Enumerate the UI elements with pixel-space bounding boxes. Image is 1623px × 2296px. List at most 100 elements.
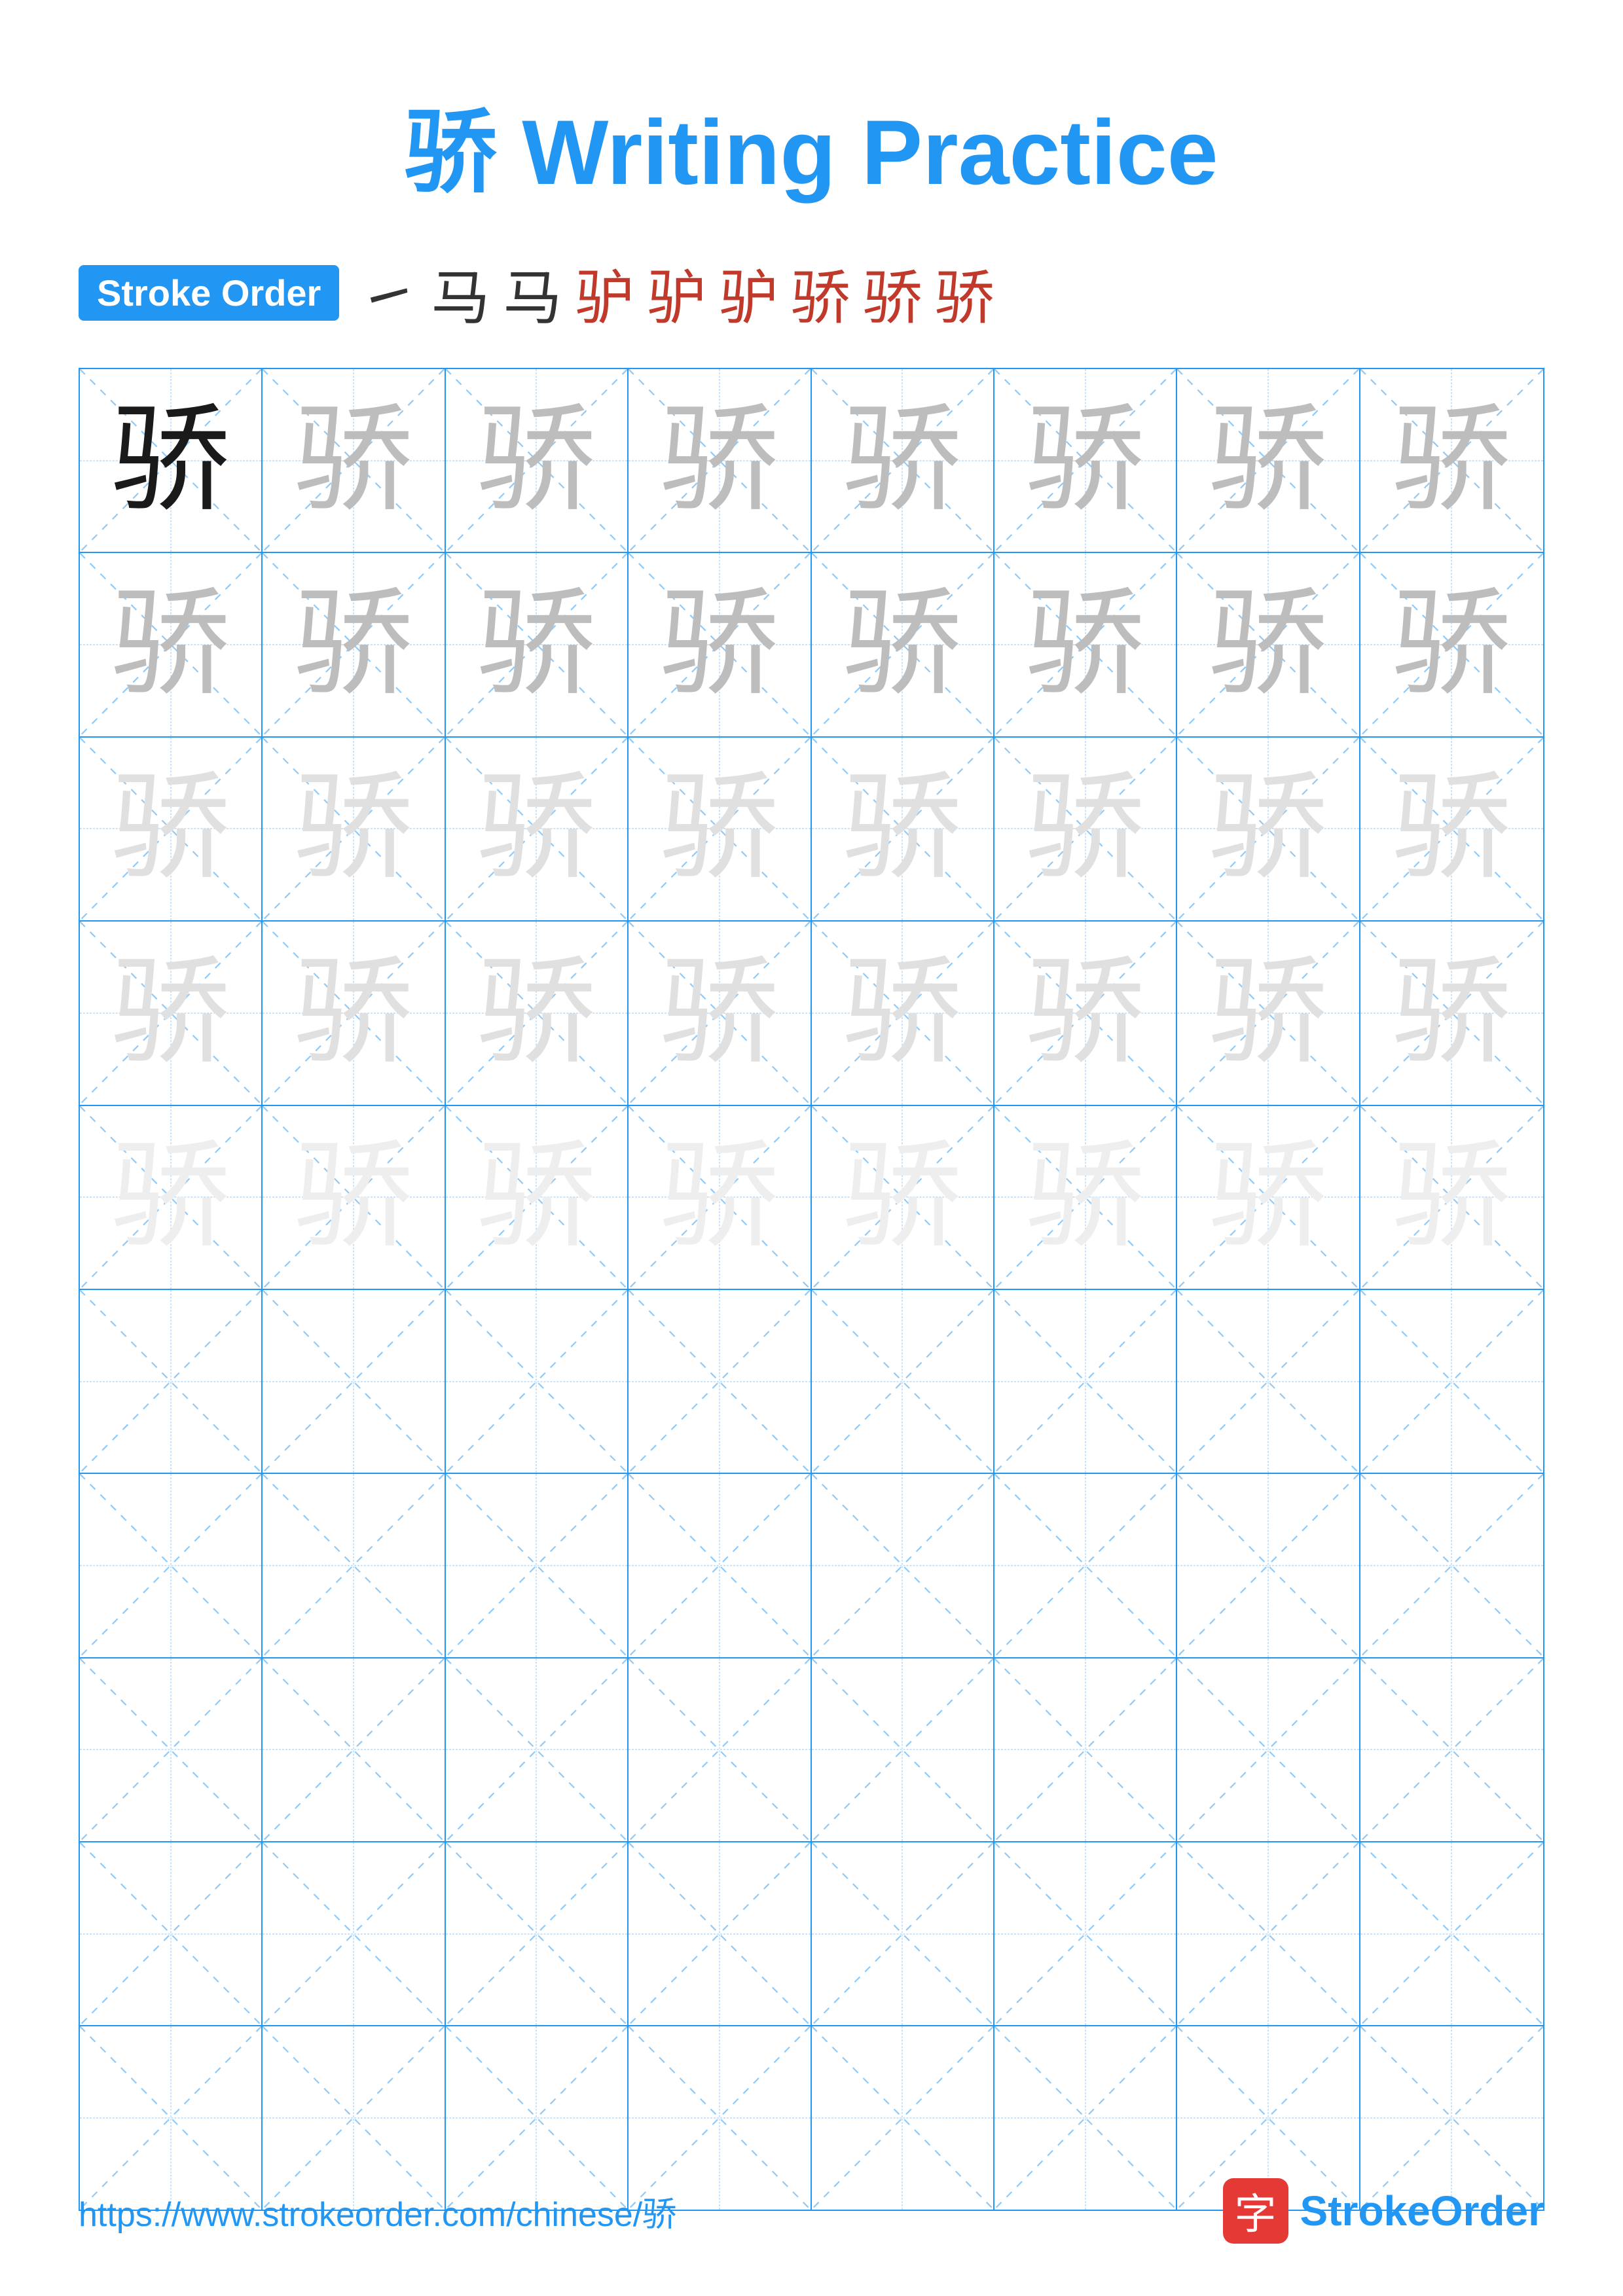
footer-logo: 字 StrokeOrder [1223, 2178, 1544, 2244]
grid-cell[interactable] [812, 1474, 994, 1657]
grid-cell[interactable]: 骄 [812, 369, 994, 552]
grid-cell[interactable]: 骄 [994, 1106, 1177, 1289]
grid-cell[interactable]: 骄 [994, 922, 1177, 1104]
stroke-seq-4: 驴 [575, 250, 634, 335]
stroke-seq-2: 马 [431, 250, 490, 335]
grid-cell[interactable] [263, 1474, 445, 1657]
practice-char: 骄 [295, 402, 412, 520]
grid-cell[interactable] [1177, 1290, 1360, 1473]
grid-cell[interactable] [263, 1290, 445, 1473]
practice-char: 骄 [477, 954, 595, 1072]
stroke-sequence: ㇀ 马 马 驴 驴 驴 骄 骄 骄 [359, 250, 994, 335]
grid-cell[interactable]: 骄 [263, 738, 445, 920]
grid-cell[interactable]: 骄 [446, 738, 629, 920]
practice-char: 骄 [112, 586, 230, 704]
grid-cell[interactable]: 骄 [812, 553, 994, 736]
grid-cell[interactable] [446, 1290, 629, 1473]
grid-cell[interactable]: 骄 [1177, 553, 1360, 736]
grid-cell[interactable] [1177, 1659, 1360, 1841]
grid-cell[interactable]: 骄 [629, 553, 811, 736]
grid-cell[interactable] [629, 1659, 811, 1841]
grid-cell[interactable]: 骄 [446, 1106, 629, 1289]
grid-cell[interactable]: 骄 [812, 1106, 994, 1289]
grid-cell[interactable] [1360, 1474, 1543, 1657]
practice-char: 骄 [1209, 1138, 1327, 1256]
grid-cell[interactable] [263, 1659, 445, 1841]
practice-char: 骄 [1393, 402, 1510, 520]
footer-url[interactable]: https://www.strokeorder.com/chinese/骄 [79, 2187, 676, 2236]
grid-cell[interactable] [263, 1842, 445, 2025]
practice-grid: 骄 骄 骄 骄 骄 骄 骄 [79, 368, 1544, 2211]
grid-cell[interactable]: 骄 [1177, 738, 1360, 920]
grid-cell[interactable]: 骄 [263, 922, 445, 1104]
grid-row-5: 骄 骄 骄 骄 骄 骄 骄 [80, 1106, 1543, 1290]
grid-cell[interactable]: 骄 [1360, 1106, 1543, 1289]
grid-cell[interactable] [994, 1474, 1177, 1657]
grid-cell[interactable]: 骄 [1177, 1106, 1360, 1289]
grid-cell[interactable]: 骄 [80, 922, 263, 1104]
grid-cell[interactable]: 骄 [80, 738, 263, 920]
practice-char: 骄 [477, 586, 595, 704]
grid-row-2: 骄 骄 骄 骄 骄 骄 骄 [80, 553, 1543, 737]
grid-cell[interactable]: 骄 [80, 1106, 263, 1289]
grid-cell[interactable]: 骄 [1360, 922, 1543, 1104]
grid-cell[interactable] [80, 1659, 263, 1841]
grid-cell[interactable]: 骄 [1360, 369, 1543, 552]
practice-char: 骄 [112, 1138, 230, 1256]
grid-cell[interactable]: 骄 [1177, 369, 1360, 552]
grid-cell[interactable]: 骄 [446, 369, 629, 552]
grid-cell[interactable]: 骄 [263, 1106, 445, 1289]
grid-cell[interactable]: 骄 [629, 738, 811, 920]
grid-cell[interactable] [80, 1474, 263, 1657]
grid-cell[interactable] [446, 1842, 629, 2025]
stroke-seq-1: ㇀ [359, 250, 418, 335]
grid-cell[interactable]: 骄 [1360, 553, 1543, 736]
grid-cell[interactable]: 骄 [1177, 922, 1360, 1104]
practice-char: 骄 [1209, 586, 1327, 704]
grid-cell[interactable] [1360, 1842, 1543, 2025]
grid-cell[interactable] [812, 1659, 994, 1841]
grid-cell[interactable] [1177, 1474, 1360, 1657]
grid-cell[interactable]: 骄 [994, 553, 1177, 736]
practice-char: 骄 [843, 402, 961, 520]
footer-logo-stroke: Stroke [1300, 2187, 1431, 2234]
grid-cell[interactable]: 骄 [812, 922, 994, 1104]
footer-logo-order: Order [1431, 2187, 1544, 2234]
grid-cell[interactable] [629, 1290, 811, 1473]
footer: https://www.strokeorder.com/chinese/骄 字 … [79, 2178, 1544, 2244]
grid-cell[interactable]: 骄 [812, 738, 994, 920]
title-chinese-char: 骄 [405, 101, 496, 204]
grid-cell[interactable] [994, 1842, 1177, 2025]
grid-cell[interactable]: 骄 [629, 1106, 811, 1289]
grid-cell[interactable]: 骄 [80, 553, 263, 736]
grid-cell[interactable] [629, 1474, 811, 1657]
grid-cell[interactable] [446, 1659, 629, 1841]
grid-cell[interactable]: 骄 [629, 922, 811, 1104]
grid-cell[interactable] [80, 1842, 263, 2025]
grid-cell[interactable]: 骄 [263, 553, 445, 736]
grid-cell[interactable] [1177, 1842, 1360, 2025]
practice-char: 骄 [661, 954, 778, 1072]
grid-cell[interactable]: 骄 [994, 738, 1177, 920]
grid-cell[interactable] [994, 1290, 1177, 1473]
grid-cell[interactable]: 骄 [994, 369, 1177, 552]
grid-cell[interactable] [812, 1290, 994, 1473]
practice-char: 骄 [477, 402, 595, 520]
grid-cell[interactable] [629, 1842, 811, 2025]
grid-cell[interactable]: 骄 [446, 553, 629, 736]
grid-cell[interactable] [812, 1842, 994, 2025]
page-title: 骄 Writing Practice [79, 79, 1544, 211]
grid-cell[interactable] [1360, 1659, 1543, 1841]
grid-cell[interactable]: 骄 [80, 369, 263, 552]
grid-cell[interactable]: 骄 [1360, 738, 1543, 920]
practice-char: 骄 [477, 770, 595, 888]
grid-cell[interactable]: 骄 [629, 369, 811, 552]
grid-cell[interactable] [994, 1659, 1177, 1841]
footer-logo-text: StrokeOrder [1300, 2187, 1544, 2235]
practice-char: 骄 [477, 1138, 595, 1256]
grid-cell[interactable] [1360, 1290, 1543, 1473]
grid-cell[interactable] [446, 1474, 629, 1657]
grid-cell[interactable]: 骄 [446, 922, 629, 1104]
grid-cell[interactable] [80, 1290, 263, 1473]
grid-cell[interactable]: 骄 [263, 369, 445, 552]
